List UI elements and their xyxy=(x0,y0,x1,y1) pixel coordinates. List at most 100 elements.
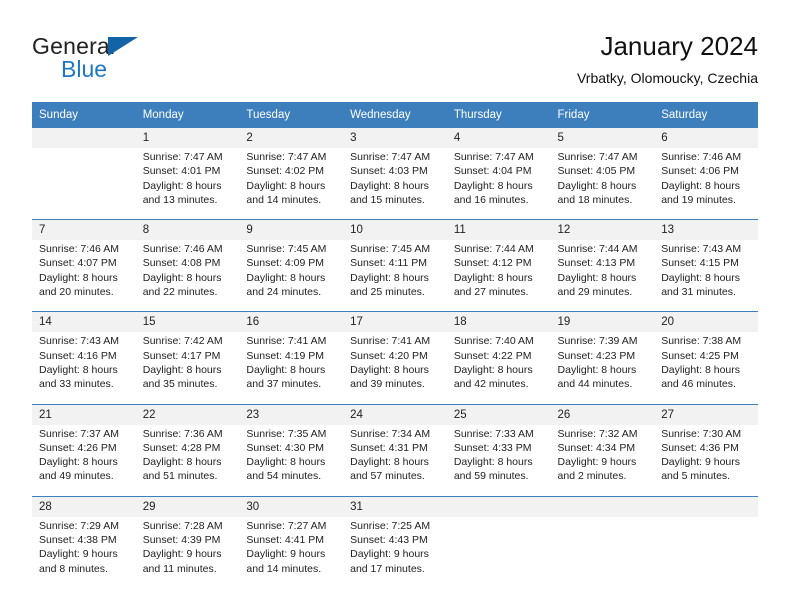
logo-text-general: General xyxy=(32,33,116,59)
day-number-5[interactable]: 5 xyxy=(550,128,655,148)
day-number-10[interactable]: 10 xyxy=(343,219,447,241)
day-cell-empty xyxy=(654,495,758,517)
daylight-line-2: and 54 minutes. xyxy=(246,470,322,483)
day-info-empty xyxy=(654,516,758,588)
day-info-24: Sunrise: 7:34 AM Sunset: 4:31 PM Dayligh… xyxy=(343,424,447,497)
day-info-25: Sunrise: 7:33 AM Sunset: 4:33 PM Dayligh… xyxy=(446,424,551,497)
sunrise-line: Sunrise: 7:27 AM xyxy=(246,519,327,532)
sunrise-line: Sunrise: 7:29 AM xyxy=(39,519,119,532)
sunrise-line: Sunrise: 7:34 AM xyxy=(350,427,431,440)
daylight-line-1: Daylight: 8 hours xyxy=(453,179,533,192)
day-info-empty xyxy=(446,516,551,588)
day-number-31[interactable]: 31 xyxy=(343,495,447,517)
daylight-line-1: Daylight: 8 hours xyxy=(350,179,429,192)
daylight-line-2: and 19 minutes. xyxy=(661,193,736,206)
day-number-27[interactable]: 27 xyxy=(654,403,758,425)
sunset-line: Sunset: 4:01 PM xyxy=(142,165,221,178)
day-info-31: Sunrise: 7:25 AM Sunset: 4:43 PM Dayligh… xyxy=(343,516,447,588)
day-number-8[interactable]: 8 xyxy=(135,219,240,241)
day-number-14[interactable]: 14 xyxy=(32,311,136,333)
sunset-line: Sunset: 4:09 PM xyxy=(246,257,325,270)
sunrise-line: Sunrise: 7:32 AM xyxy=(557,427,638,440)
daylight-line-1: Daylight: 8 hours xyxy=(142,179,222,192)
day-number-24[interactable]: 24 xyxy=(343,403,447,425)
sunset-line: Sunset: 4:39 PM xyxy=(142,534,221,547)
daylight-line-1: Daylight: 8 hours xyxy=(453,456,533,469)
sunset-line: Sunset: 4:02 PM xyxy=(246,165,325,178)
day-cell-empty xyxy=(550,495,655,517)
day-number-20[interactable]: 20 xyxy=(654,311,758,333)
sunset-line: Sunset: 4:34 PM xyxy=(557,441,636,454)
day-number-7[interactable]: 7 xyxy=(32,219,136,241)
daylight-line-2: and 14 minutes. xyxy=(246,562,322,575)
day-info-empty xyxy=(32,148,136,220)
day-number-13[interactable]: 13 xyxy=(654,219,758,241)
sunrise-line: Sunrise: 7:47 AM xyxy=(557,151,638,163)
day-number-26[interactable]: 26 xyxy=(550,403,655,425)
week-4-daynum-row: 21 22 23 24 25 26 27 xyxy=(32,403,758,425)
sunrise-line: Sunrise: 7:38 AM xyxy=(661,335,742,348)
weekday-header-monday: Monday xyxy=(135,102,240,128)
day-number-4[interactable]: 4 xyxy=(446,128,551,148)
daylight-line-2: and 16 minutes. xyxy=(453,193,529,206)
daylight-line-1: Daylight: 8 hours xyxy=(246,271,326,284)
sunset-line: Sunset: 4:28 PM xyxy=(142,441,221,454)
daylight-line-2: and 59 minutes. xyxy=(453,470,529,483)
logo-text-blue: Blue xyxy=(61,56,108,82)
daylight-line-1: Daylight: 8 hours xyxy=(39,271,118,284)
day-info-29: Sunrise: 7:28 AM Sunset: 4:39 PM Dayligh… xyxy=(135,516,240,588)
weekday-header-thursday: Thursday xyxy=(446,102,551,128)
day-number-2[interactable]: 2 xyxy=(239,128,344,148)
day-info-1: Sunrise: 7:47 AM Sunset: 4:01 PM Dayligh… xyxy=(135,148,240,220)
day-info-empty xyxy=(550,516,655,588)
day-info-13: Sunrise: 7:43 AM Sunset: 4:15 PM Dayligh… xyxy=(654,240,758,312)
day-number-6[interactable]: 6 xyxy=(654,128,758,148)
sunset-line: Sunset: 4:43 PM xyxy=(350,534,428,547)
daylight-line-2: and 44 minutes. xyxy=(557,378,633,391)
title-block: January 2024 Vrbatky, Olomoucky, Czechia xyxy=(577,28,758,88)
day-number-21[interactable]: 21 xyxy=(32,403,136,425)
day-number-17[interactable]: 17 xyxy=(343,311,447,333)
day-number-16[interactable]: 16 xyxy=(239,311,344,333)
week-5-daynum-row: 28 29 30 31 xyxy=(32,495,758,517)
daylight-line-2: and 51 minutes. xyxy=(142,470,218,483)
daylight-line-2: and 18 minutes. xyxy=(557,193,633,206)
day-number-3[interactable]: 3 xyxy=(343,128,447,148)
calendar-page: General Blue January 2024 Vrbatky, Olomo… xyxy=(0,0,792,612)
day-number-18[interactable]: 18 xyxy=(446,311,551,333)
calendar-table: Sunday Monday Tuesday Wednesday Thursday… xyxy=(32,102,758,588)
daylight-line-2: and 46 minutes. xyxy=(661,378,736,391)
day-number-25[interactable]: 25 xyxy=(446,403,551,425)
day-number-15[interactable]: 15 xyxy=(135,311,240,333)
day-info-28: Sunrise: 7:29 AM Sunset: 4:38 PM Dayligh… xyxy=(32,516,136,588)
day-number-23[interactable]: 23 xyxy=(239,403,344,425)
sunrise-line: Sunrise: 7:44 AM xyxy=(557,243,638,256)
day-info-12: Sunrise: 7:44 AM Sunset: 4:13 PM Dayligh… xyxy=(550,240,655,312)
day-number-29[interactable]: 29 xyxy=(135,495,240,517)
day-number-30[interactable]: 30 xyxy=(239,495,344,517)
day-number-11[interactable]: 11 xyxy=(446,219,551,241)
general-blue-logo[interactable]: General Blue xyxy=(32,28,182,90)
day-number-19[interactable]: 19 xyxy=(550,311,655,333)
daylight-line-2: and 13 minutes. xyxy=(142,193,218,206)
day-info-9: Sunrise: 7:45 AM Sunset: 4:09 PM Dayligh… xyxy=(239,240,344,312)
sunrise-line: Sunrise: 7:28 AM xyxy=(142,519,223,532)
day-info-21: Sunrise: 7:37 AM Sunset: 4:26 PM Dayligh… xyxy=(32,424,136,497)
daylight-line-1: Daylight: 8 hours xyxy=(661,363,741,376)
daylight-line-1: Daylight: 8 hours xyxy=(661,271,741,284)
sunset-line: Sunset: 4:36 PM xyxy=(661,441,739,454)
daylight-line-1: Daylight: 8 hours xyxy=(661,179,741,192)
day-number-9[interactable]: 9 xyxy=(239,219,344,241)
sunrise-line: Sunrise: 7:33 AM xyxy=(453,427,534,440)
sunrise-line: Sunrise: 7:41 AM xyxy=(350,335,431,348)
day-number-1[interactable]: 1 xyxy=(135,128,240,148)
sunset-line: Sunset: 4:15 PM xyxy=(661,257,739,270)
day-number-12[interactable]: 12 xyxy=(550,219,655,241)
daylight-line-2: and 39 minutes. xyxy=(350,378,425,391)
day-number-28[interactable]: 28 xyxy=(32,495,136,517)
day-number-22[interactable]: 22 xyxy=(135,403,240,425)
day-info-16: Sunrise: 7:41 AM Sunset: 4:19 PM Dayligh… xyxy=(239,332,344,405)
sunset-line: Sunset: 4:05 PM xyxy=(557,165,636,178)
day-info-18: Sunrise: 7:40 AM Sunset: 4:22 PM Dayligh… xyxy=(446,332,551,405)
sunrise-line: Sunrise: 7:47 AM xyxy=(142,151,223,163)
